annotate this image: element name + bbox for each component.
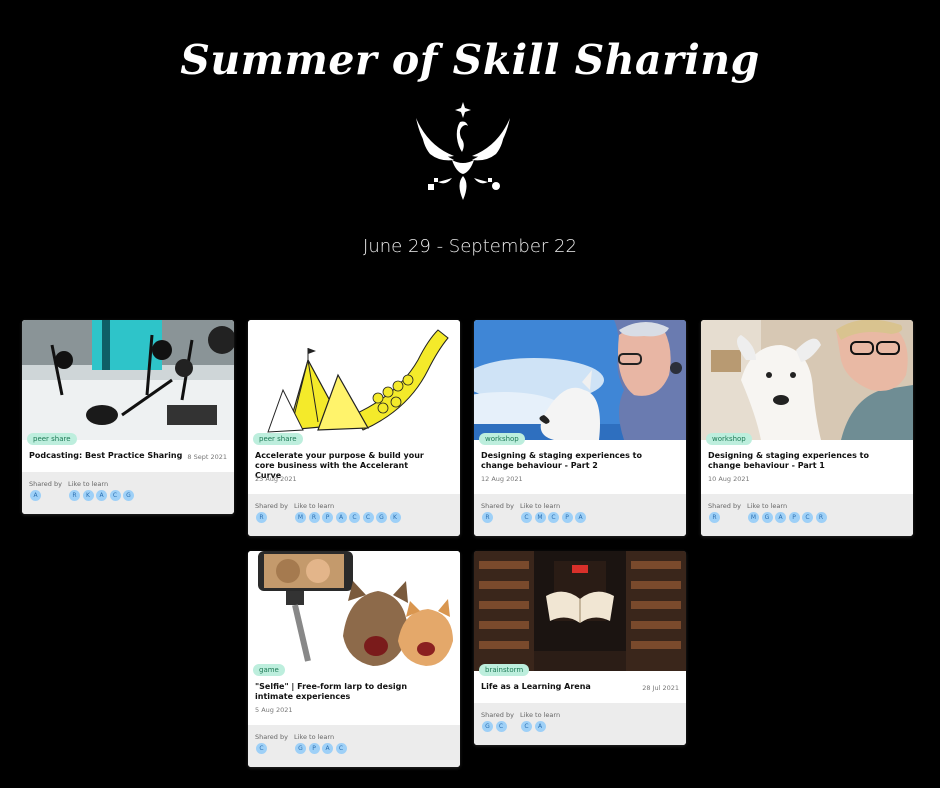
avatar[interactable]: C [521, 512, 532, 523]
session-date: 10 Aug 2021 [708, 475, 750, 483]
avatar[interactable]: A [775, 512, 786, 523]
avatar[interactable]: G [761, 512, 773, 523]
like-to-learn-label: Like to learn [747, 502, 788, 510]
like-to-learn-avatars: R K A C G [69, 490, 137, 501]
avatar[interactable]: G [482, 721, 493, 732]
session-title[interactable]: Designing & staging experiences to chang… [708, 451, 883, 471]
avatar[interactable]: M [748, 512, 759, 523]
avatar[interactable]: K [389, 512, 401, 523]
like-to-learn-label: Like to learn [520, 502, 561, 510]
card-image [22, 320, 234, 440]
session-date: 28 Jul 2021 [642, 684, 679, 692]
card-footer: Shared by Like to learn A R K A C G [22, 472, 234, 514]
card-footer: Shared by Like to learn R C M C P A [474, 494, 686, 536]
avatar[interactable]: A [96, 490, 107, 501]
avatar[interactable]: C [349, 512, 360, 523]
card-footer: Shared by Like to learn R M R P A C C G … [248, 494, 460, 536]
shared-by-label: Shared by [708, 502, 741, 510]
card-image [474, 320, 686, 440]
shared-by-label: Shared by [481, 711, 514, 719]
like-to-learn-label: Like to learn [294, 502, 335, 510]
shared-by-label: Shared by [481, 502, 514, 510]
avatar[interactable]: C [495, 721, 507, 732]
avatar[interactable]: C [362, 512, 374, 523]
avatar[interactable]: A [335, 512, 347, 523]
category-tag: peer share [27, 433, 77, 445]
like-to-learn-avatars: G P A C [295, 743, 349, 754]
shared-by-avatars: A [30, 490, 44, 501]
avatar[interactable]: A [575, 512, 586, 523]
session-title[interactable]: "Selfie" | Free-form larp to design inti… [255, 682, 430, 702]
avatar[interactable]: G [376, 512, 387, 523]
category-tag: workshop [479, 433, 525, 445]
like-to-learn-avatars: M G A P C R [748, 512, 829, 523]
session-card[interactable]: peer share Accelerate your purpose & bui… [248, 320, 460, 536]
card-footer: Shared by Like to learn G C C A [474, 703, 686, 745]
card-image [701, 320, 913, 440]
category-tag: brainstorm [479, 664, 530, 676]
avatar[interactable]: G [123, 490, 134, 501]
page-title: Summer of Skill Sharing [180, 36, 760, 84]
session-title[interactable]: Life as a Learning Arena [481, 682, 656, 692]
avatar[interactable]: M [534, 512, 546, 523]
shared-by-avatars: R [482, 512, 496, 523]
avatar[interactable]: R [308, 512, 320, 523]
shared-by-avatars: R [256, 512, 270, 523]
session-title[interactable]: Podcasting: Best Practice Sharing [29, 451, 204, 461]
card-image [474, 551, 686, 671]
avatar[interactable]: R [482, 512, 493, 523]
like-to-learn-avatars: M R P A C C G K [295, 512, 403, 523]
card-footer: Shared by Like to learn R M G A P C R [701, 494, 913, 536]
avatar[interactable]: C [548, 512, 559, 523]
category-tag: peer share [253, 433, 303, 445]
session-title[interactable]: Designing & staging experiences to chang… [481, 451, 656, 471]
category-tag: game [253, 664, 285, 676]
avatar[interactable]: K [82, 490, 94, 501]
avatar[interactable]: C [521, 721, 532, 732]
session-date: 5 Aug 2021 [255, 706, 293, 714]
avatar[interactable]: P [788, 512, 800, 523]
shared-by-avatars: R [709, 512, 723, 523]
avatar[interactable]: R [815, 512, 827, 523]
avatar[interactable]: C [109, 490, 121, 501]
shared-by-label: Shared by [255, 733, 288, 741]
session-date: 8 Sept 2021 [187, 453, 227, 461]
shared-by-label: Shared by [29, 480, 62, 488]
avatar[interactable]: C [802, 512, 813, 523]
like-to-learn-avatars: C A [521, 721, 548, 732]
avatar[interactable]: A [30, 490, 41, 501]
avatar[interactable]: M [295, 512, 306, 523]
session-card[interactable]: workshop Designing & staging experiences… [701, 320, 913, 536]
shared-by-avatars: C [256, 743, 270, 754]
avatar[interactable]: P [322, 512, 333, 523]
card-image [248, 320, 460, 440]
session-card[interactable]: game "Selfie" | Free-form larp to design… [248, 551, 460, 767]
avatar[interactable]: P [308, 743, 320, 754]
like-to-learn-avatars: C M C P A [521, 512, 589, 523]
session-date: 12 Aug 2021 [481, 475, 523, 483]
like-to-learn-label: Like to learn [294, 733, 335, 741]
shared-by-label: Shared by [255, 502, 288, 510]
card-footer: Shared by Like to learn C G P A C [248, 725, 460, 767]
avatar[interactable]: G [295, 743, 306, 754]
category-tag: workshop [706, 433, 752, 445]
session-card[interactable]: peer share Podcasting: Best Practice Sha… [22, 320, 234, 514]
session-card[interactable]: brainstorm Life as a Learning Arena 28 J… [474, 551, 686, 745]
session-date: 23 Aug 2021 [255, 475, 297, 483]
avatar[interactable]: R [709, 512, 720, 523]
avatar[interactable]: C [256, 743, 267, 754]
like-to-learn-label: Like to learn [68, 480, 109, 488]
event-dates: June 29 - September 22 [363, 236, 577, 257]
avatar[interactable]: C [335, 743, 347, 754]
card-image [248, 551, 460, 671]
phoenix-logo-icon [408, 100, 518, 204]
session-card[interactable]: workshop Designing & staging experiences… [474, 320, 686, 536]
avatar[interactable]: R [256, 512, 267, 523]
avatar[interactable]: P [561, 512, 573, 523]
avatar[interactable]: A [534, 721, 546, 732]
like-to-learn-label: Like to learn [520, 711, 561, 719]
avatar[interactable]: A [322, 743, 333, 754]
shared-by-avatars: G C [482, 721, 509, 732]
avatar[interactable]: R [69, 490, 80, 501]
